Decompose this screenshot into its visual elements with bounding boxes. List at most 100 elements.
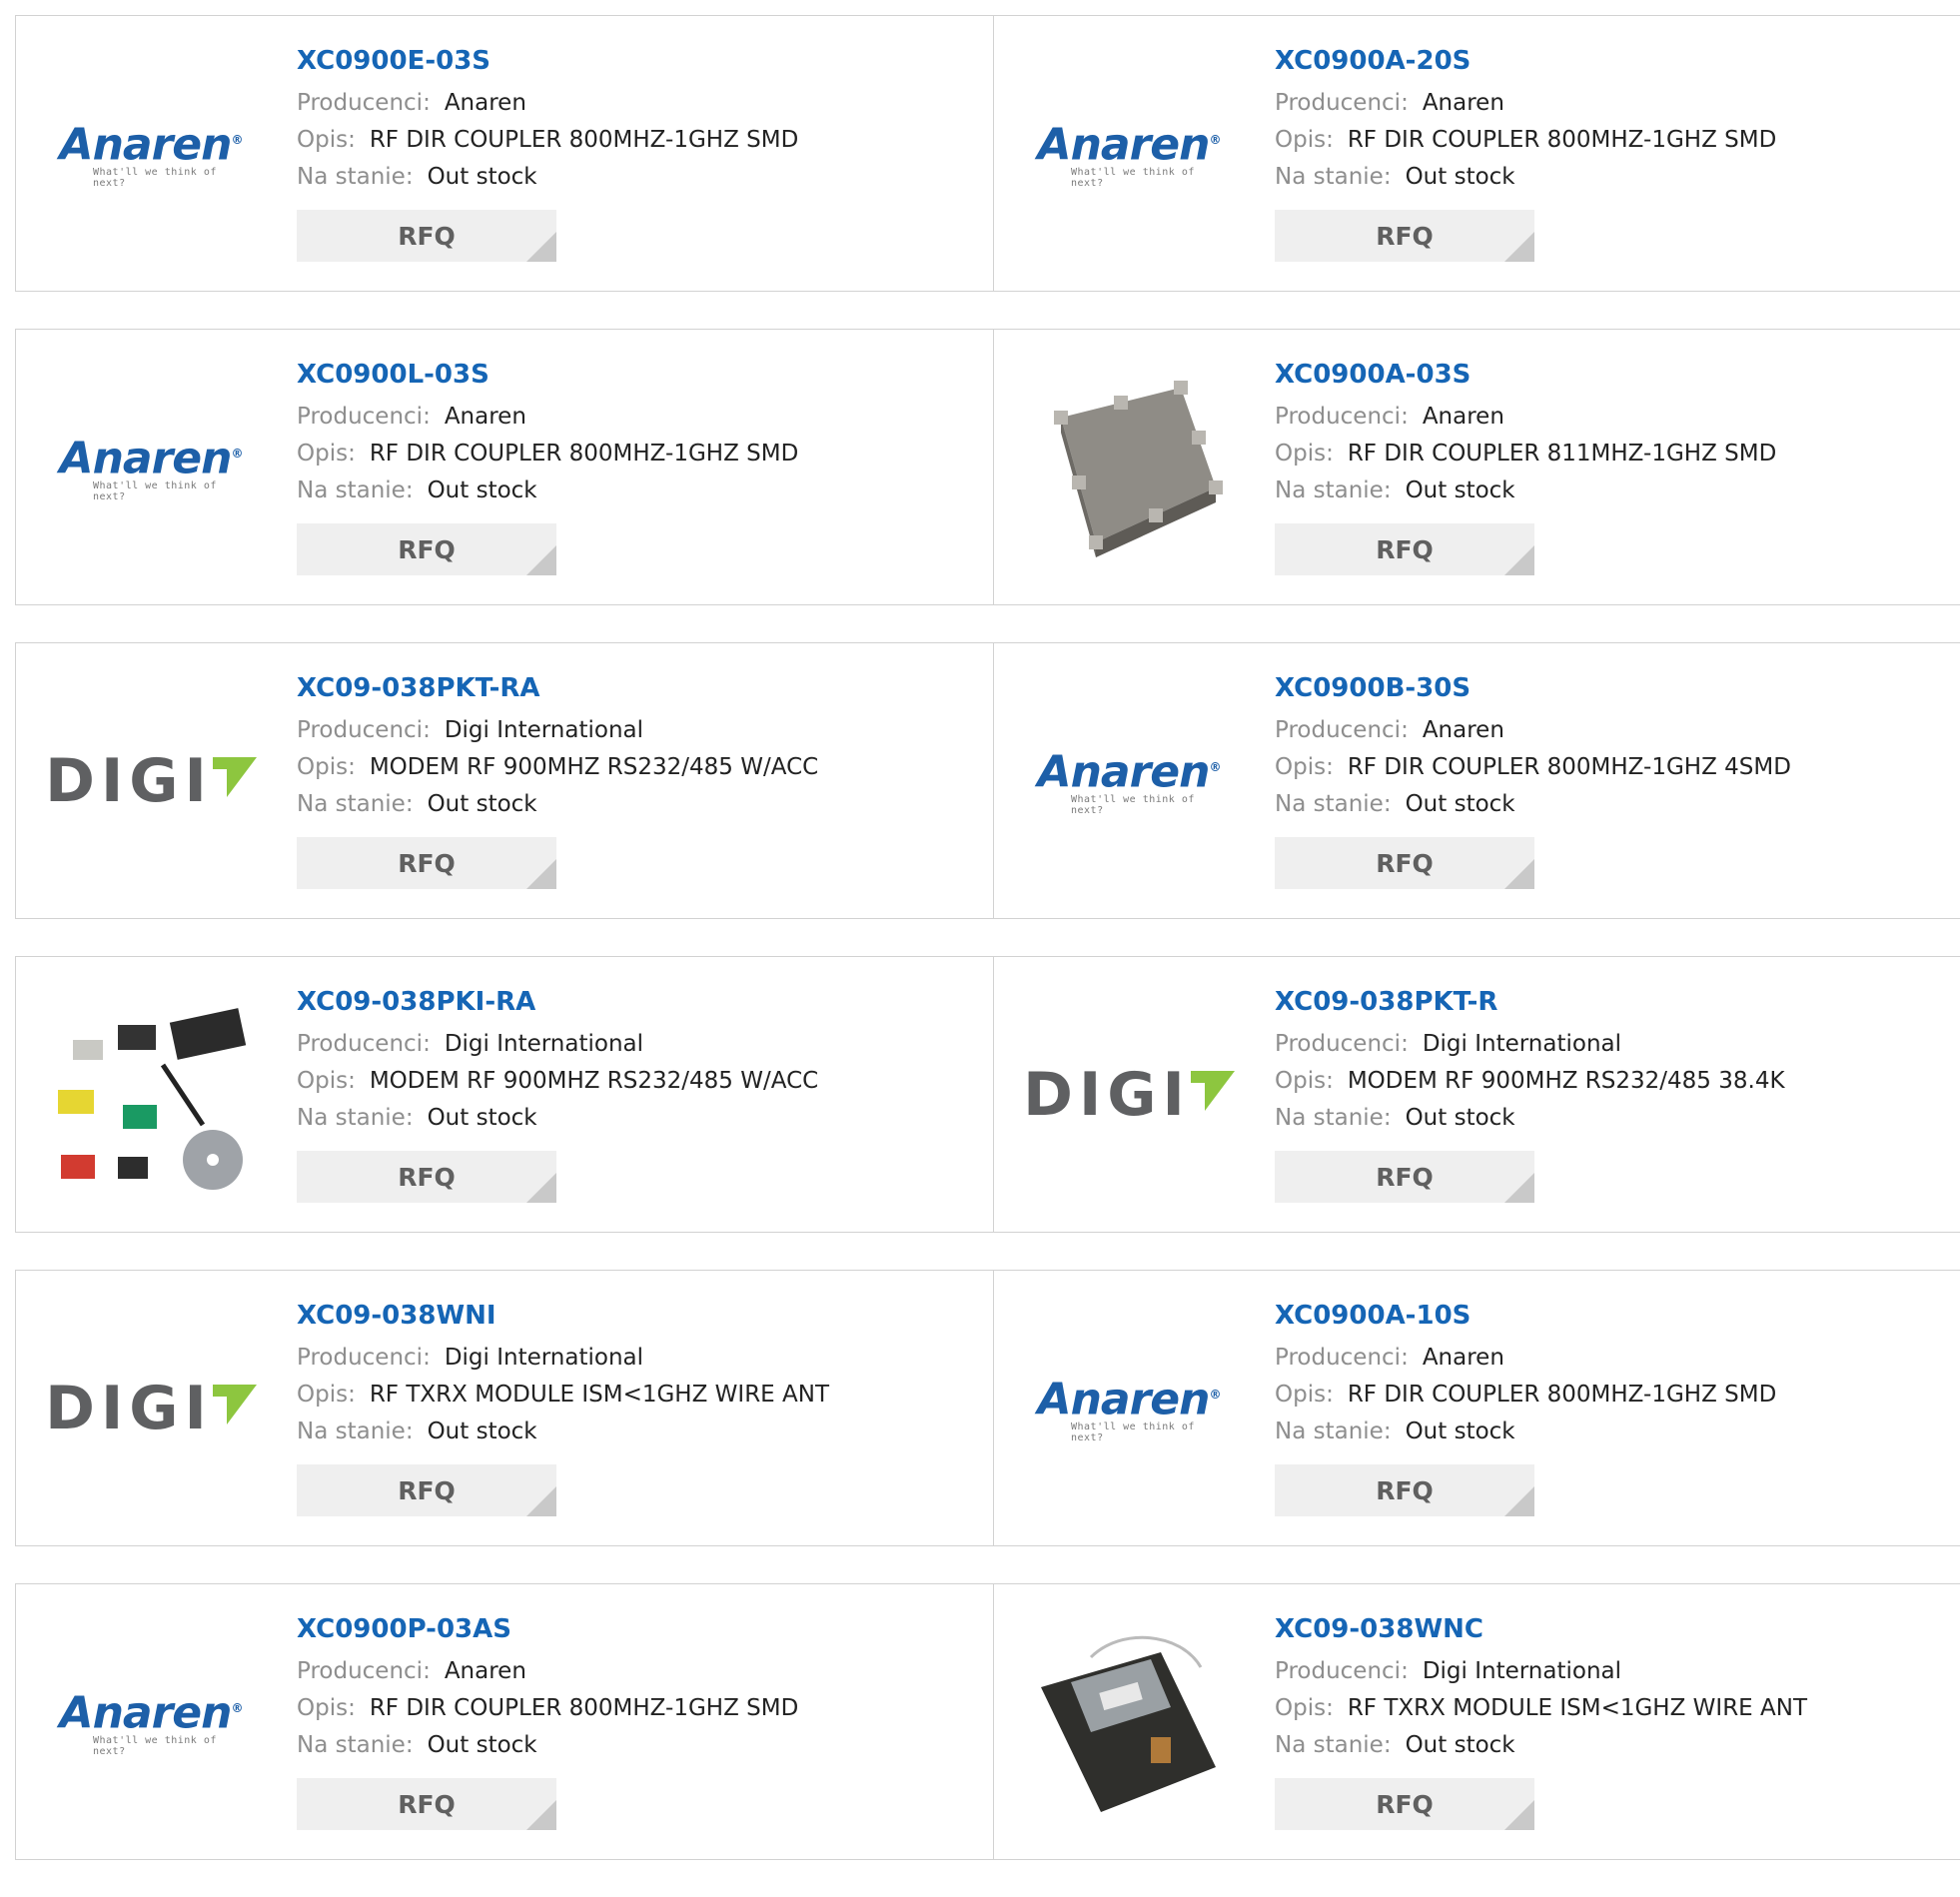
product-image[interactable] [1029,1584,1229,1859]
stock-label: Na stanie: [297,477,414,503]
manufacturer-line: Producenci: Digi International [297,1340,829,1377]
description-line: Opis: MODEM RF 900MHZ RS232/485 38.4K [1275,1063,1785,1100]
part-number-link[interactable]: XC09-038PKT-RA [297,671,818,705]
stock-line: Na stanie: Out stock [297,786,818,823]
stock-value: Out stock [1405,164,1515,190]
manufacturer-label: Producenci: [1275,404,1409,430]
registered-mark-icon: ® [1209,759,1221,774]
rfq-button[interactable]: RFQ [1275,1151,1534,1203]
product-image[interactable]: Anaren® What'll we think of next? [51,16,251,291]
description-label: Opis: [297,127,356,153]
rfq-button[interactable]: RFQ [297,1778,556,1830]
stock-value: Out stock [1405,1419,1515,1444]
digi-logo-word: DIGI [45,1373,213,1443]
product-image[interactable]: Anaren® What'll we think of next? [1029,643,1229,918]
description-label: Opis: [297,1068,356,1094]
product-image[interactable]: Anaren® What'll we think of next? [51,330,251,604]
manufacturer-label: Producenci: [1275,1031,1409,1057]
part-number-link[interactable]: XC09-038WNC [1275,1612,1807,1646]
description-value: RF DIR COUPLER 811MHZ-1GHZ SMD [1347,441,1777,467]
manufacturer-label: Producenci: [297,90,431,116]
stock-line: Na stanie: Out stock [1275,1727,1807,1764]
part-number-link[interactable]: XC0900A-20S [1275,44,1776,78]
part-number-link[interactable]: XC09-038WNI [297,1299,829,1333]
stock-value: Out stock [427,1732,537,1758]
product-image[interactable]: Anaren® What'll we think of next? [1029,16,1229,291]
anaren-logo-tagline: What'll we think of next? [93,1735,217,1758]
product-image[interactable] [51,957,251,1232]
anaren-logo-word: Anaren® [60,118,244,168]
rfq-button-label: RFQ [398,221,456,251]
anaren-logo-tagline: What'll we think of next? [93,480,217,503]
part-number-link[interactable]: XC0900P-03AS [297,1612,798,1646]
product-card: Anaren® What'll we think of next? XC0900P-… [15,1584,993,1859]
product-image[interactable]: DIGI [1023,957,1235,1232]
rfq-button[interactable]: RFQ [297,1151,556,1203]
manufacturer-value: Anaren [444,404,526,430]
rfq-button-label: RFQ [398,1162,456,1192]
stock-label: Na stanie: [297,1105,414,1131]
product-card: XC09-038WNC Producenci: Digi International… [993,1584,1960,1859]
product-image[interactable] [1029,330,1229,604]
digi-logo: DIGI [1023,1065,1235,1125]
corner-triangle-icon [1504,1486,1534,1516]
digi-check-icon [1190,1070,1235,1111]
part-number-link[interactable]: XC09-038PKT-R [1275,985,1785,1019]
rfq-button-label: RFQ [1376,221,1434,251]
product-info: XC0900L-03S Producenci: Anaren Opis: RF DIR … [297,358,798,575]
description-label: Opis: [1275,441,1334,467]
part-number-link[interactable]: XC0900L-03S [297,358,798,392]
description-value: RF TXRX MODULE ISM<1GHZ WIRE ANT [1347,1695,1808,1721]
registered-mark-icon: ® [1209,132,1221,147]
stock-line: Na stanie: Out stock [297,1414,829,1450]
stock-label: Na stanie: [1275,477,1392,503]
rfq-button-label: RFQ [1376,1789,1434,1819]
product-info: XC0900B-30S Producenci: Anaren Opis: RF DIR … [1275,671,1791,889]
rfq-button[interactable]: RFQ [1275,210,1534,262]
product-row: XC09-038PKI-RA Producenci: Digi Internatio… [15,956,1960,1233]
product-image[interactable]: DIGI [45,643,257,918]
product-info: XC0900A-20S Producenci: Anaren Opis: RF DIR … [1275,44,1776,262]
manufacturer-line: Producenci: Anaren [1275,1340,1776,1377]
stock-line: Na stanie: Out stock [1275,1100,1785,1137]
manufacturer-value: Anaren [1422,717,1504,743]
product-card: Anaren® What'll we think of next? XC0900A-… [993,16,1960,291]
rfq-button[interactable]: RFQ [1275,837,1534,889]
part-number-link[interactable]: XC0900A-10S [1275,1299,1776,1333]
part-number-link[interactable]: XC0900B-30S [1275,671,1791,705]
product-info: XC0900A-10S Producenci: Anaren Opis: RF DIR … [1275,1299,1776,1516]
registered-mark-icon: ® [1209,1387,1221,1402]
anaren-logo-tagline: What'll we think of next? [1071,1422,1195,1444]
part-number-link[interactable]: XC0900E-03S [297,44,798,78]
anaren-logo: Anaren® What'll we think of next? [1031,1373,1227,1444]
product-image[interactable]: DIGI [45,1271,257,1545]
rfq-button[interactable]: RFQ [297,523,556,575]
anaren-logo-text: Anaren [1037,1374,1211,1425]
rfq-button[interactable]: RFQ [1275,1464,1534,1516]
product-info: XC09-038WNC Producenci: Digi International… [1275,1612,1807,1830]
rfq-button[interactable]: RFQ [297,837,556,889]
stock-value: Out stock [427,1105,537,1131]
rfq-button[interactable]: RFQ [1275,523,1534,575]
digi-check-icon [212,1384,257,1424]
description-value: RF TXRX MODULE ISM<1GHZ WIRE ANT [369,1382,830,1408]
product-image[interactable]: Anaren® What'll we think of next? [1029,1271,1229,1545]
rfq-button[interactable]: RFQ [297,1464,556,1516]
anaren-logo: Anaren® What'll we think of next? [1031,118,1227,190]
description-line: Opis: RF DIR COUPLER 800MHZ-1GHZ SMD [297,1690,798,1727]
product-image[interactable]: Anaren® What'll we think of next? [51,1584,251,1859]
part-number-link[interactable]: XC0900A-03S [1275,358,1776,392]
rfq-button[interactable]: RFQ [297,210,556,262]
description-line: Opis: RF TXRX MODULE ISM<1GHZ WIRE ANT [297,1377,829,1414]
anaren-logo: Anaren® What'll we think of next? [53,118,249,190]
manufacturer-value: Anaren [1422,1345,1504,1371]
product-card: XC09-038PKI-RA Producenci: Digi Internatio… [15,957,993,1232]
registered-mark-icon: ® [231,132,243,147]
manufacturer-label: Producenci: [297,1031,431,1057]
description-value: RF DIR COUPLER 800MHZ-1GHZ SMD [1347,127,1777,153]
anaren-logo-tagline: What'll we think of next? [93,167,217,190]
manufacturer-value: Digi International [1422,1031,1622,1057]
rfq-button[interactable]: RFQ [1275,1778,1534,1830]
part-number-link[interactable]: XC09-038PKI-RA [297,985,818,1019]
description-value: RF DIR COUPLER 800MHZ-1GHZ 4SMD [1347,754,1791,780]
